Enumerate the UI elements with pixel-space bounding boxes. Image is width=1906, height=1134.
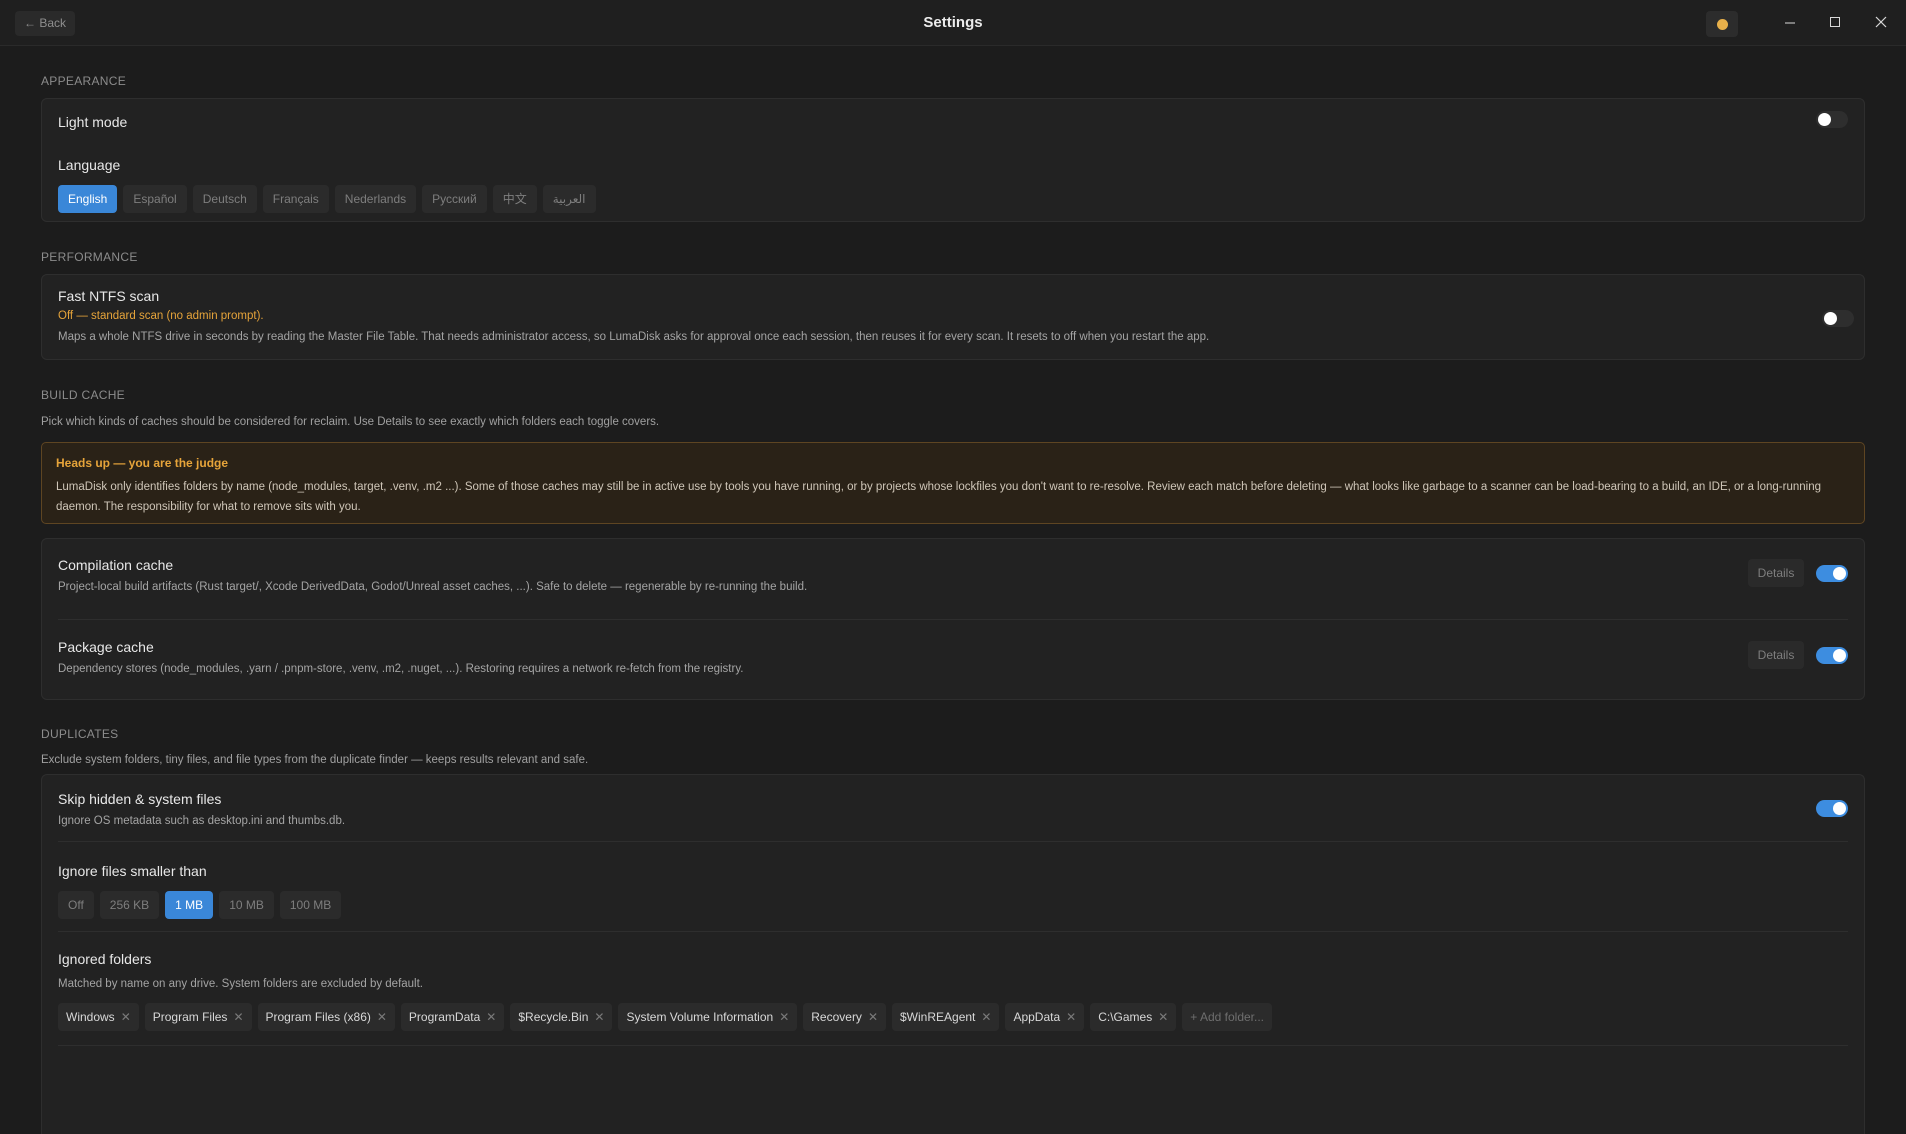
- performance-section-title: PERFORMANCE: [41, 250, 138, 264]
- divider: [58, 931, 1848, 932]
- language-selector: English Español Deutsch Français Nederlands Р…: [58, 185, 596, 213]
- folder-chip-label: $WinREAgent: [900, 1010, 976, 1024]
- light-mode-toggle[interactable]: [1816, 111, 1848, 128]
- duplicates-card: Skip hidden & system files Ignore OS met…: [41, 774, 1865, 1134]
- language-option[interactable]: 中文: [492, 185, 537, 213]
- ntfs-scan-label: Fast NTFS scan: [58, 288, 160, 304]
- remove-icon[interactable]: ✕: [981, 1003, 991, 1031]
- compilation-cache-details-button[interactable]: Details: [1748, 559, 1804, 587]
- language-option[interactable]: Nederlands: [334, 185, 417, 213]
- size-option[interactable]: 10 MB: [219, 891, 274, 919]
- skip-hidden-toggle[interactable]: [1816, 800, 1848, 817]
- skip-hidden-description: Ignore OS metadata such as desktop.ini a…: [58, 815, 346, 827]
- maximize-button[interactable]: [1820, 10, 1850, 36]
- minimize-button[interactable]: [1775, 10, 1805, 36]
- folder-chip-label: Program Files (x86): [265, 1010, 371, 1024]
- size-option[interactable]: 256 KB: [99, 891, 160, 919]
- divider: [58, 619, 1848, 620]
- remove-icon[interactable]: ✕: [868, 1003, 878, 1031]
- build-cache-section-title: BUILD CACHE: [41, 388, 125, 402]
- folder-chip: Recovery ✕: [803, 1003, 886, 1031]
- add-folder-button[interactable]: + Add folder...: [1182, 1003, 1273, 1031]
- language-option[interactable]: العربية: [542, 185, 596, 213]
- maximize-icon: [1830, 17, 1840, 27]
- folder-chip: Windows ✕: [58, 1003, 139, 1031]
- language-label: Language: [58, 157, 121, 173]
- divider: [58, 841, 1848, 842]
- folder-chip-label: Windows: [66, 1010, 115, 1024]
- remove-icon[interactable]: ✕: [233, 1003, 243, 1031]
- title-bar: ← Back Settings: [0, 0, 1906, 46]
- size-option[interactable]: 1 MB: [165, 891, 214, 919]
- appearance-section-title: APPEARANCE: [41, 74, 127, 88]
- package-cache-toggle[interactable]: [1816, 647, 1848, 664]
- compilation-cache-label: Compilation cache: [58, 557, 174, 573]
- ntfs-scan-toggle[interactable]: [1822, 310, 1854, 327]
- folder-chip-label: ProgramData: [408, 1010, 481, 1024]
- folder-chip: AppData ✕: [1005, 1003, 1085, 1031]
- light-mode-label: Light mode: [58, 114, 128, 130]
- folder-chip: $WinREAgent ✕: [892, 1003, 1000, 1031]
- size-option[interactable]: Off: [58, 891, 94, 919]
- performance-card: Fast NTFS scan Off — standard scan (no a…: [41, 274, 1865, 360]
- remove-icon[interactable]: ✕: [1158, 1003, 1168, 1031]
- language-option[interactable]: Español: [123, 185, 187, 213]
- build-cache-card: Compilation cache Project-local build ar…: [41, 538, 1865, 700]
- compilation-cache-description: Project-local build artifacts (Rust targ…: [58, 581, 808, 593]
- folder-chip: System Volume Information ✕: [618, 1003, 798, 1031]
- folder-chip: Program Files (x86) ✕: [257, 1003, 395, 1031]
- ntfs-status-text: Off — standard scan (no admin prompt).: [58, 310, 264, 322]
- remove-icon[interactable]: ✕: [1066, 1003, 1076, 1031]
- close-icon: [1875, 16, 1887, 28]
- language-option[interactable]: Français: [262, 185, 329, 213]
- warning-title: Heads up — you are the judge: [56, 456, 229, 470]
- ntfs-description: Maps a whole NTFS drive in seconds by re…: [58, 331, 1210, 343]
- folder-chip-label: System Volume Information: [626, 1010, 774, 1024]
- folder-chip: Program Files ✕: [144, 1003, 252, 1031]
- appearance-card: Light mode Language English Español Deutsc…: [41, 98, 1865, 222]
- close-button[interactable]: [1866, 10, 1896, 36]
- warning-body: LumaDisk only identifies folders by name…: [56, 481, 1821, 513]
- theme-button[interactable]: [1706, 11, 1738, 37]
- skip-hidden-label: Skip hidden & system files: [58, 791, 222, 807]
- folder-chip-label: Recovery: [811, 1010, 862, 1024]
- size-option[interactable]: 100 MB: [279, 891, 342, 919]
- language-option[interactable]: Deutsch: [192, 185, 257, 213]
- folder-chip-label: C:\Games: [1098, 1010, 1153, 1024]
- remove-icon[interactable]: ✕: [486, 1003, 496, 1031]
- remove-icon[interactable]: ✕: [121, 1003, 131, 1031]
- remove-icon[interactable]: ✕: [377, 1003, 387, 1031]
- compilation-cache-toggle[interactable]: [1816, 565, 1848, 582]
- duplicates-section-title: DUPLICATES: [41, 727, 119, 741]
- package-cache-description: Dependency stores (node_modules, .yarn /…: [58, 663, 744, 675]
- sun-icon: [1717, 19, 1728, 30]
- page-title: Settings: [923, 14, 983, 31]
- language-option[interactable]: Русский: [422, 185, 487, 213]
- min-size-selector: Off 256 KB 1 MB 10 MB 100 MB: [58, 891, 342, 919]
- folder-chip-label: Program Files: [152, 1010, 228, 1024]
- language-option[interactable]: English: [58, 185, 118, 213]
- ignored-folders-label: Ignored folders: [58, 951, 152, 967]
- divider: [58, 1045, 1848, 1046]
- folder-chip-label: AppData: [1013, 1010, 1061, 1024]
- remove-icon[interactable]: ✕: [779, 1003, 789, 1031]
- duplicates-description: Exclude system folders, tiny files, and …: [41, 754, 589, 766]
- ignored-folders-list: Windows ✕ Program Files ✕ Program Files (x86…: [58, 1003, 1273, 1031]
- build-cache-description: Pick which kinds of caches should be con…: [41, 416, 660, 428]
- folder-chip: $Recycle.Bin ✕: [510, 1003, 613, 1031]
- warning-box: Heads up — you are the judge LumaDisk on…: [41, 442, 1865, 524]
- ignored-folders-description: Matched by name on any drive. System fol…: [58, 978, 424, 990]
- folder-chip: ProgramData ✕: [400, 1003, 505, 1031]
- remove-icon[interactable]: ✕: [594, 1003, 604, 1031]
- min-size-label: Ignore files smaller than: [58, 863, 207, 879]
- folder-chip: C:\Games ✕: [1090, 1003, 1177, 1031]
- folder-chip-label: $Recycle.Bin: [518, 1010, 589, 1024]
- package-cache-details-button[interactable]: Details: [1748, 641, 1804, 669]
- package-cache-label: Package cache: [58, 639, 154, 655]
- minimize-icon: [1785, 22, 1795, 24]
